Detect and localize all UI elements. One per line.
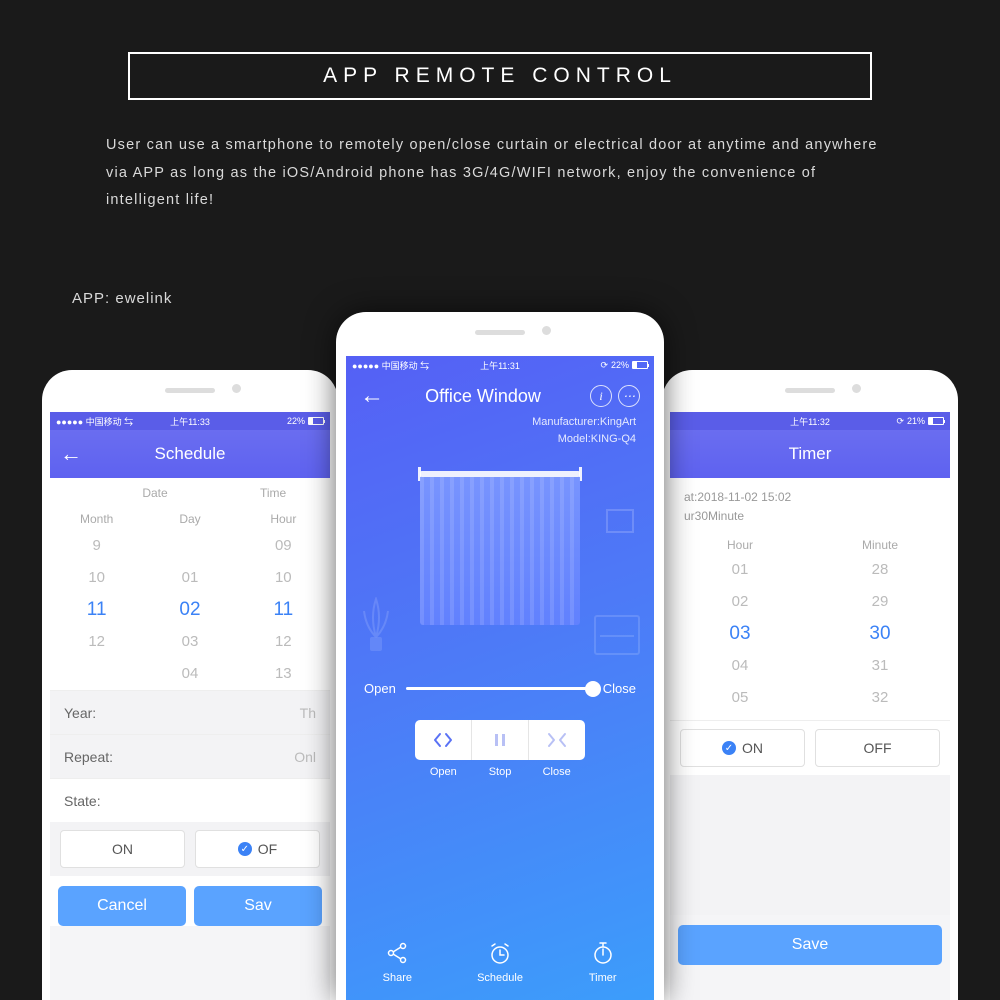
- slider-close-label: Close: [603, 681, 636, 696]
- date-picker[interactable]: 9101112 01020304 0910111213: [50, 530, 330, 690]
- status-time: 上午11:31: [346, 359, 654, 372]
- close-button[interactable]: [529, 720, 585, 760]
- day-col: 01020304: [143, 530, 236, 690]
- device-meta: Manufacturer:KingArt Model:KING-Q4: [346, 414, 654, 453]
- more-icon[interactable]: ⋯: [618, 385, 640, 407]
- battery-icon: [308, 417, 324, 425]
- plant-icon: [362, 597, 390, 655]
- picker-col-labels: Month Day Hour: [50, 504, 330, 530]
- stop-button[interactable]: [472, 720, 529, 760]
- status-bar: ●●●●● 中国移动 ⇆ 上午11:33 22%: [50, 412, 330, 430]
- position-slider[interactable]: [406, 687, 593, 690]
- screen-title: Schedule: [155, 444, 226, 464]
- battery-icon: [632, 361, 648, 369]
- picker-group-labels: Date Time: [50, 478, 330, 504]
- picker-col-labels: HourMinute: [670, 532, 950, 554]
- clock-icon: [487, 940, 513, 966]
- timer-button[interactable]: Timer: [551, 940, 654, 984]
- status-time: 上午11:33: [50, 415, 330, 428]
- phone-schedule: ●●●●● 中国移动 ⇆ 上午11:33 22% ← Schedule Date…: [42, 370, 338, 1000]
- year-row[interactable]: Year:Th: [50, 690, 330, 734]
- hour-col: 0910111213: [237, 530, 330, 690]
- state-off-button[interactable]: OF: [195, 830, 320, 868]
- battery-icon: [928, 417, 944, 425]
- phone-device: ●●●●● 中国移动 ⇆ 上午11:31 ⟳ 22% ← Office Wind…: [336, 312, 664, 1000]
- month-col: 9101112: [50, 530, 143, 690]
- hour-col: 0102030405: [670, 554, 810, 714]
- info-icon[interactable]: i: [590, 385, 612, 407]
- headline: APP REMOTE CONTROL: [323, 64, 677, 88]
- cancel-button[interactable]: Cancel: [58, 886, 186, 926]
- device-header: ← Office Window i ⋯: [346, 374, 654, 414]
- state-row: State:: [50, 778, 330, 822]
- screen-title: Timer: [789, 444, 832, 464]
- save-button[interactable]: Sav: [194, 886, 322, 926]
- app-bar: Timer: [670, 430, 950, 478]
- slider-open-label: Open: [364, 681, 396, 696]
- headline-box: APP REMOTE CONTROL: [128, 52, 872, 100]
- share-icon: [384, 940, 410, 966]
- curtain-illustration: [360, 459, 640, 669]
- app-name-label: APP: ewelink: [72, 290, 172, 307]
- timer-summary: at:2018-11-02 15:02 ur30Minute: [670, 478, 950, 532]
- bottom-nav: Share Schedule Timer: [346, 928, 654, 1000]
- app-bar: ← Schedule: [50, 430, 330, 478]
- control-buttons: [415, 720, 585, 760]
- status-bar: ●●●●● 中国移动 ⇆ 上午11:31 ⟳ 22%: [346, 356, 654, 374]
- state-on-button[interactable]: ON: [60, 830, 185, 868]
- schedule-button[interactable]: Schedule: [449, 940, 552, 984]
- duration-picker[interactable]: 0102030405 2829303132: [670, 554, 950, 720]
- timer-off-button[interactable]: OFF: [815, 729, 940, 767]
- back-icon[interactable]: ←: [60, 441, 82, 467]
- control-labels: OpenStopClose: [415, 766, 585, 778]
- minute-col: 2829303132: [810, 554, 950, 714]
- status-time: 上午11:32: [670, 415, 950, 428]
- phone-timer: 上午11:32 ⟳ 21% Timer at:2018-11-02 15:02 …: [662, 370, 958, 1000]
- dresser-icon: [594, 615, 640, 655]
- open-button[interactable]: [415, 720, 472, 760]
- picture-icon: [606, 509, 634, 533]
- save-button[interactable]: Save: [678, 925, 942, 965]
- status-bar: 上午11:32 ⟳ 21%: [670, 412, 950, 430]
- repeat-row[interactable]: Repeat:Onl: [50, 734, 330, 778]
- description-text: User can use a smartphone to remotely op…: [106, 132, 894, 215]
- timer-on-button[interactable]: ON: [680, 729, 805, 767]
- device-title: Office Window: [392, 386, 584, 407]
- back-icon[interactable]: ←: [360, 382, 384, 410]
- share-button[interactable]: Share: [346, 940, 449, 984]
- timer-icon: [590, 940, 616, 966]
